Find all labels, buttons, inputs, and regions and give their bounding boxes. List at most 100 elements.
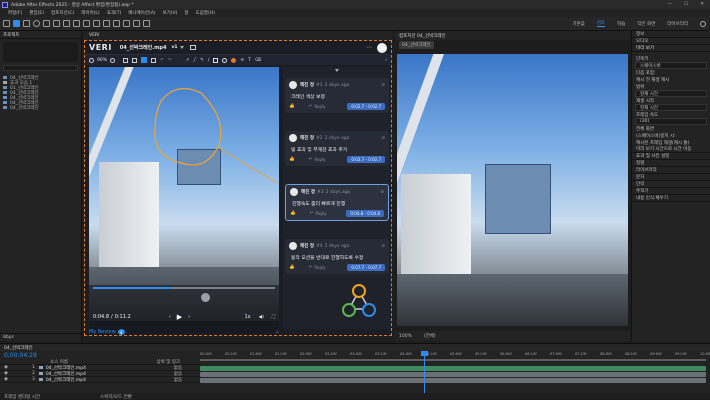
menu-composition[interactable]: 컴포지션(C) [51, 10, 74, 16]
table-row[interactable]: ◉ 3 04_선박크레인.mp4 없음 [0, 377, 200, 383]
layer-bar[interactable] [200, 372, 706, 377]
scroll-up-icon[interactable] [335, 69, 339, 72]
timeline-timecode[interactable]: 0;00;04;29 [4, 352, 37, 359]
clone-tool-icon[interactable] [113, 20, 120, 27]
panel-content-aware-fill[interactable]: 내용 인식 채우기 [632, 195, 710, 202]
layer-bar[interactable] [200, 366, 706, 371]
pan-tool-icon[interactable] [53, 20, 60, 27]
menu-effect[interactable]: 효과(T) [107, 10, 122, 16]
eraser-tool-icon[interactable] [123, 20, 130, 27]
fullscreen-icon[interactable]: ⛶ [272, 314, 275, 320]
check-icon[interactable]: ⊘ [381, 83, 385, 88]
line-tool-icon[interactable]: ╱ [193, 58, 196, 63]
video-frame[interactable] [89, 67, 279, 321]
close-icon[interactable]: ✕ [700, 2, 704, 7]
workspace-learn[interactable]: 학습 [617, 21, 625, 27]
zoom-in-icon[interactable] [110, 57, 116, 63]
pan-icon[interactable] [132, 57, 138, 63]
project-panel-title[interactable]: 프로젝트 [3, 32, 20, 38]
roto-tool-icon[interactable] [133, 20, 140, 27]
workspace-small-screen[interactable]: 작은 화면 [637, 21, 655, 27]
brush-tool-icon[interactable] [103, 20, 110, 27]
menu-edit[interactable]: 편집(E) [29, 10, 44, 16]
panel-effects-presets[interactable]: 효과 및 사전 설정 [632, 153, 710, 160]
play-cached-checkbox[interactable]: 캐시된 프레임 재생(캐시 통) [632, 139, 710, 146]
thumbs-icon[interactable]: 👍 [289, 104, 295, 109]
panel-libraries[interactable]: 라이브러리 [632, 167, 710, 174]
volume-icon[interactable]: ◀) [259, 315, 264, 320]
eye-icon[interactable]: ◉ [4, 365, 8, 370]
range-select[interactable]: 현재 시간 [635, 90, 707, 97]
user-avatar[interactable] [377, 42, 387, 53]
workspace-default[interactable]: 기본값 [572, 21, 584, 27]
parent-select[interactable]: 없음 [174, 377, 182, 383]
undo-icon[interactable]: ↶ [160, 58, 164, 63]
next-frame-icon[interactable]: › [188, 314, 190, 320]
reply-icon[interactable]: ↩ [310, 211, 314, 216]
zoom-level[interactable]: 90% [97, 58, 107, 63]
color-picker-icon[interactable] [231, 57, 237, 63]
panel-tracker[interactable]: 추적기 [632, 188, 710, 195]
rectangle-tool-icon[interactable] [73, 20, 80, 27]
play-from-select[interactable]: 현재 시간 [635, 104, 707, 111]
frame-icon[interactable] [123, 57, 129, 63]
rect-tool-icon[interactable] [213, 57, 219, 63]
hand-tool-icon[interactable] [23, 20, 30, 27]
menu-help[interactable]: 도움말(H) [196, 10, 215, 16]
comment-card[interactable]: 해진 정 #4 2 days ago ⊘ 동작 모션을 반대로 진행하도록 수정 👍 ↩… [285, 239, 389, 274]
minimize-icon[interactable]: — [668, 2, 673, 7]
comp-zoom[interactable]: 100% [399, 334, 412, 339]
playback-speed[interactable]: 1x [244, 314, 250, 320]
my-review-link[interactable]: My Review [89, 329, 116, 335]
layout-toggle-icon[interactable] [189, 45, 196, 50]
pencil-tool-icon[interactable]: ✎ [200, 58, 204, 63]
stroke-width-icon[interactable]: ≡ [240, 58, 244, 63]
panel-paragraph[interactable]: 단락 [632, 181, 710, 188]
playhead-marker[interactable] [421, 351, 428, 356]
redo-icon[interactable]: ↷ [168, 58, 172, 63]
scrub-handle[interactable] [201, 293, 210, 302]
play-icon[interactable]: ▶ [177, 313, 182, 321]
playhead[interactable] [424, 351, 425, 393]
workspace-libraries[interactable]: 라이브러리 [667, 21, 688, 27]
reply-link[interactable]: Reply [315, 211, 326, 216]
menu-file[interactable]: 파일(F) [8, 10, 22, 16]
shortcut-select[interactable]: 스페이스바 [635, 62, 707, 69]
comp-resolution[interactable]: (전체) [424, 333, 436, 339]
more-menu-icon[interactable]: ⋯ [366, 44, 372, 51]
panel-align[interactable]: 정렬 [632, 160, 710, 167]
circle-tool-icon[interactable] [222, 57, 228, 63]
orbit-tool-icon[interactable] [43, 20, 50, 27]
reply-icon[interactable]: ↩ [309, 265, 313, 270]
work-area-bar[interactable] [200, 359, 706, 361]
draw-mode-icon[interactable] [141, 57, 148, 63]
time-range[interactable]: 0:04.8 - 0:04.8 [346, 210, 384, 217]
move-time-checkbox[interactable]: 미리 보기 시간으로 시간 이동 [632, 146, 710, 153]
list-item[interactable]: 04_선박크레인 [0, 105, 81, 111]
workspace-review[interactable]: 검토 [596, 20, 606, 27]
type-tool-icon[interactable] [93, 20, 100, 27]
zoom-tool-icon[interactable] [33, 20, 40, 27]
panel-preview[interactable]: 미리 보기 [632, 45, 710, 52]
comment-card-active[interactable]: 해진 정 #3 2 days ago ⊘ 진행속도 좀더 빠르게 진행 👍 ↩ Reply… [285, 184, 389, 221]
menu-view[interactable]: 보기(V) [163, 10, 178, 16]
maximize-icon[interactable]: ☐ [684, 2, 688, 7]
cache-checkbox[interactable]: 캐시 전 재생 캐시 [632, 76, 710, 83]
timeline-tab[interactable]: 04_선박크레인 [4, 345, 33, 351]
time-ruler[interactable]: 00:00f 00:15f 01:00f 01:15f 02:00f 02:15f 03:0… [200, 351, 710, 359]
check-icon[interactable]: ⊘ [381, 136, 385, 141]
collapse-chevron-icon[interactable]: › [385, 58, 387, 63]
panel-audio[interactable]: 오디오 [632, 38, 710, 45]
pin-icon[interactable]: ⊥ [275, 330, 279, 335]
check-icon[interactable]: ⊘ [380, 190, 384, 195]
reply-link[interactable]: Reply [314, 265, 325, 270]
pen-line-tool-icon[interactable]: ∕ [208, 58, 210, 63]
zoom-out-icon[interactable] [89, 57, 94, 63]
puppet-tool-icon[interactable] [143, 20, 150, 27]
arrow-tool-icon[interactable]: ↗ [186, 58, 190, 63]
chevron-down-icon[interactable] [179, 46, 184, 49]
comp-viewer[interactable] [397, 54, 628, 326]
version-select[interactable]: v1 [171, 45, 177, 50]
panel-character[interactable]: 문자 [632, 174, 710, 181]
search-icon[interactable] [700, 20, 706, 27]
